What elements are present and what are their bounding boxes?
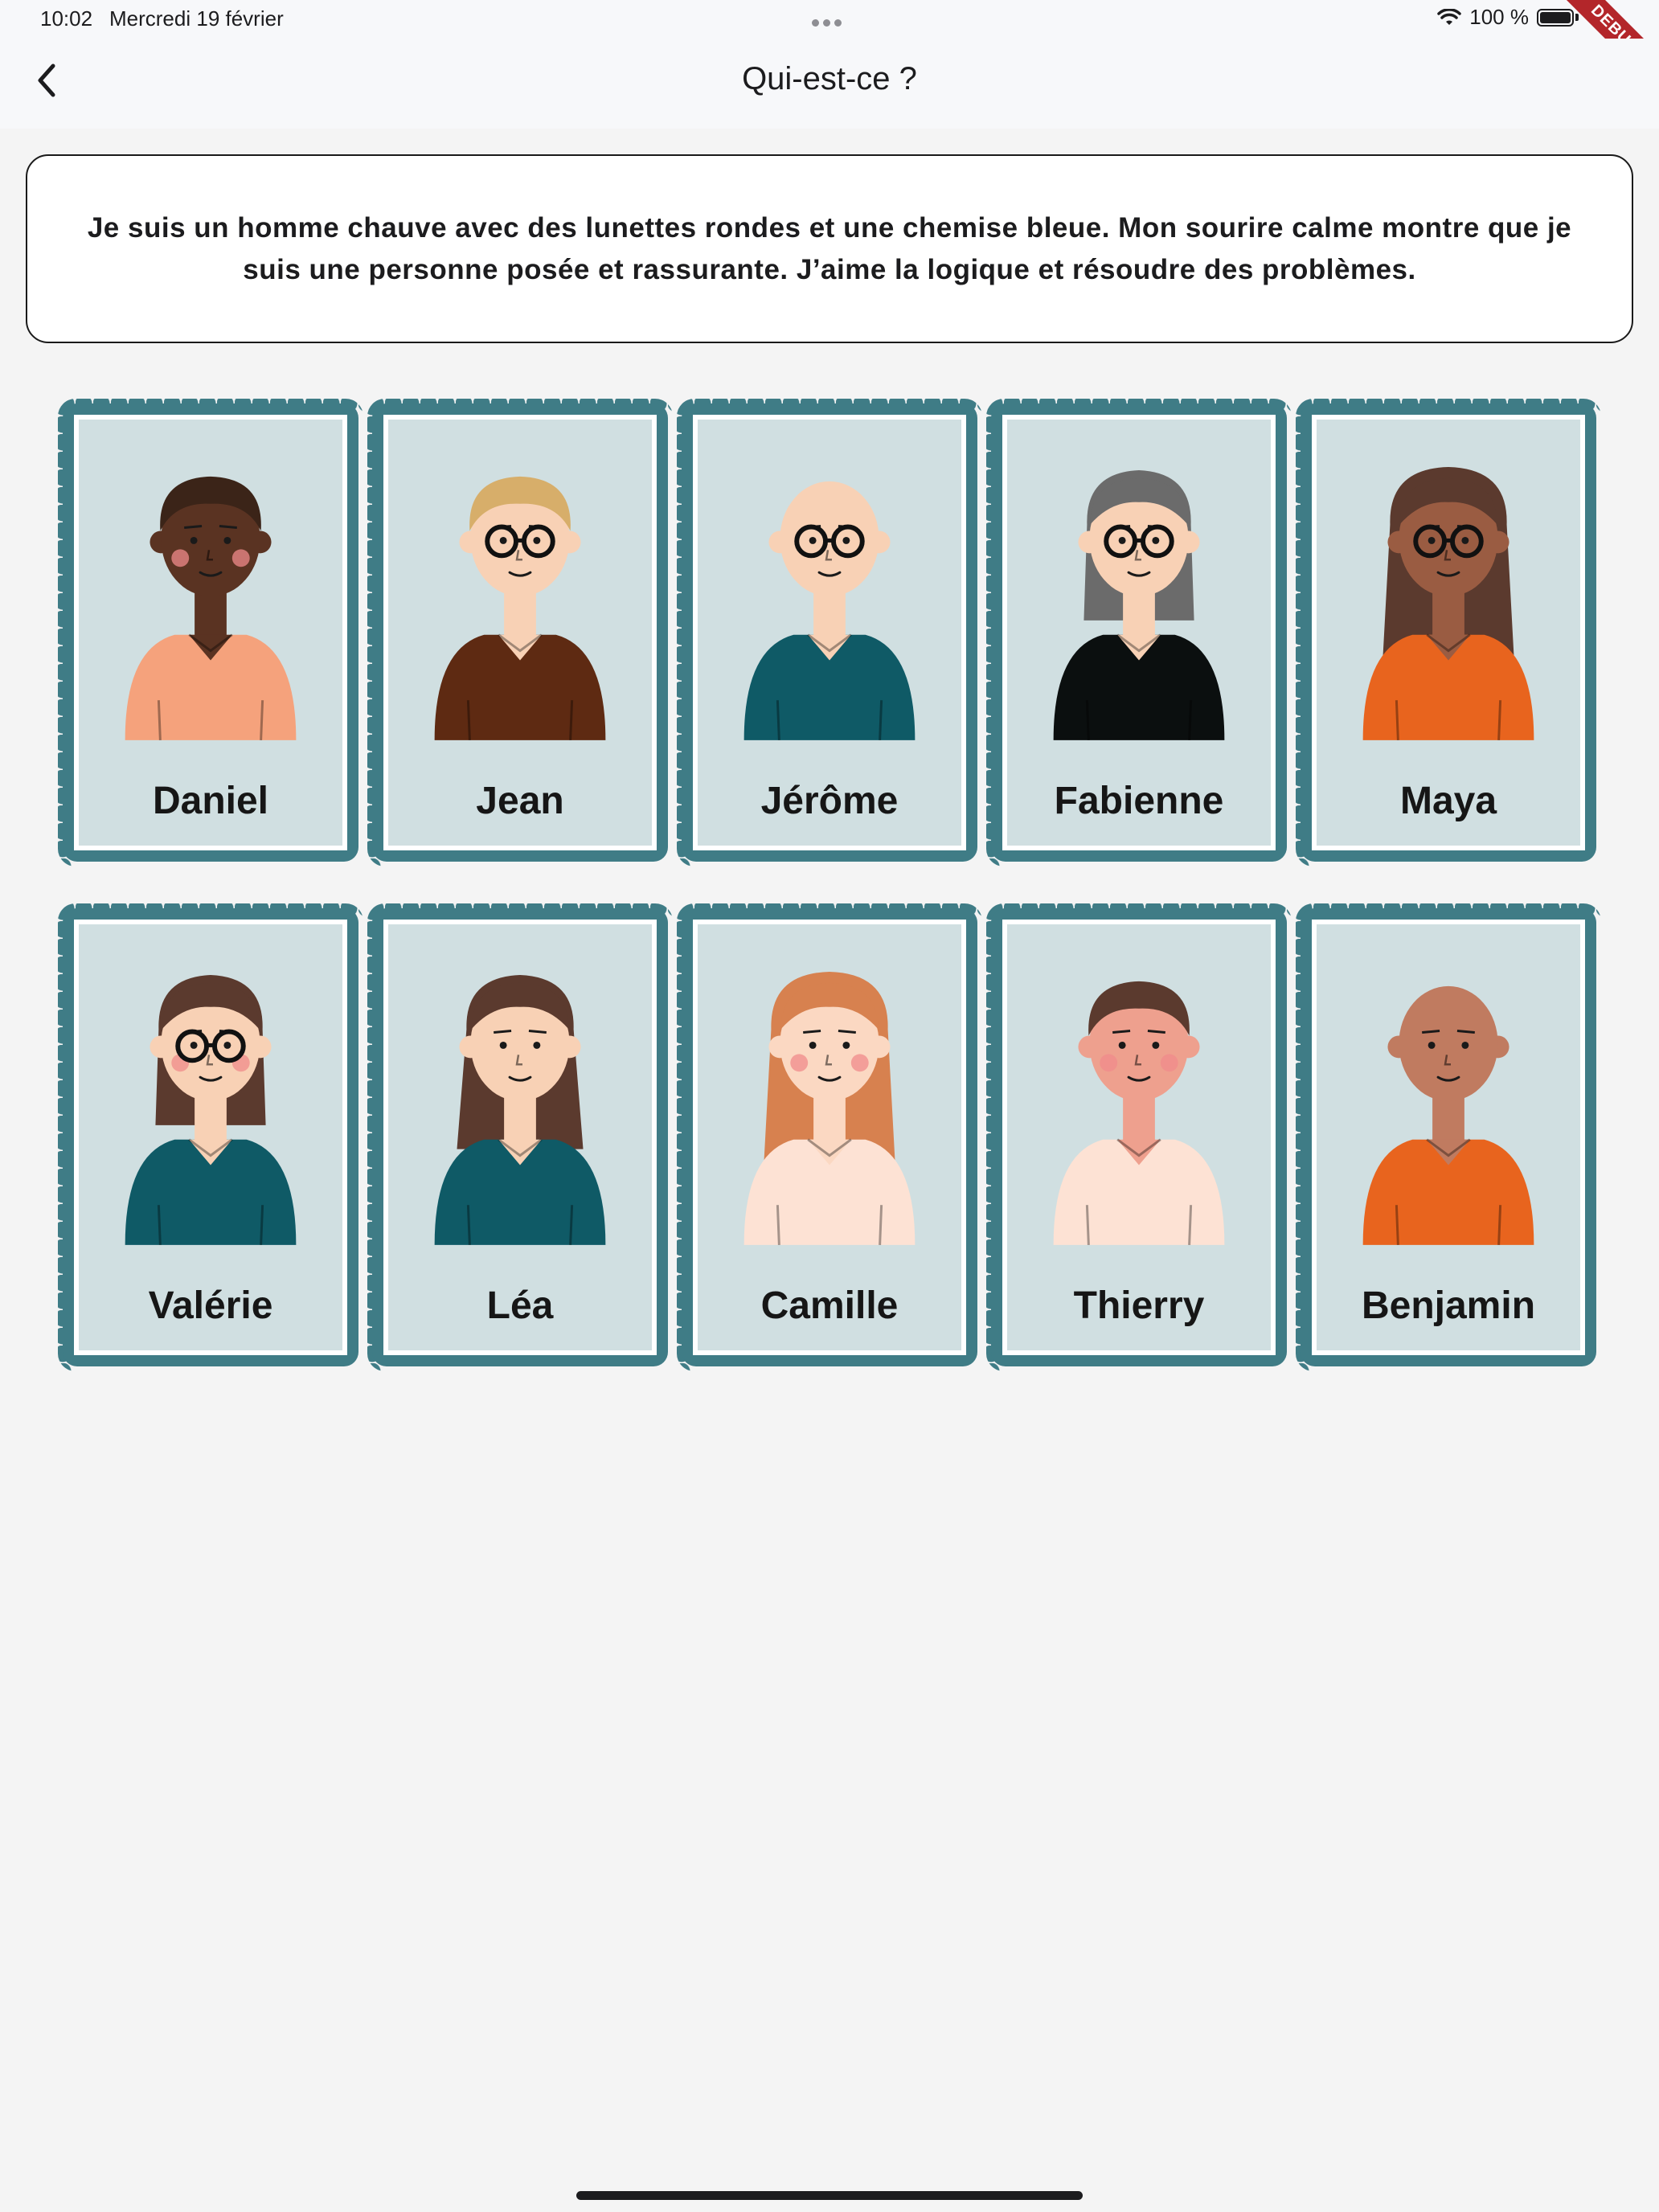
clue-box: Je suis un homme chauve avec des lunette… <box>26 154 1633 343</box>
character-name: Léa <box>486 1284 554 1327</box>
home-indicator[interactable] <box>576 2191 1083 2200</box>
character-card[interactable]: Jérôme <box>677 399 982 866</box>
character-name: Daniel <box>152 780 269 822</box>
character-card[interactable]: Camille <box>677 903 982 1371</box>
character-card[interactable]: Léa <box>367 903 673 1371</box>
character-card[interactable]: Fabienne <box>986 399 1292 866</box>
portrait-illustration <box>1053 981 1225 1245</box>
page-title: Qui-est-ce ? <box>742 61 917 96</box>
character-name: Jérôme <box>760 780 899 822</box>
navigation-bar: Qui-est-ce ? <box>0 39 1659 129</box>
card-face: Jérôme <box>693 415 966 850</box>
card-face: Benjamin <box>1312 920 1585 1355</box>
battery-percent: 100 % <box>1469 5 1529 29</box>
character-name: Jean <box>476 780 564 822</box>
portrait-illustration <box>743 481 916 740</box>
character-card[interactable]: Maya <box>1296 399 1601 866</box>
clue-text: Je suis un homme chauve avec des lunette… <box>87 211 1572 285</box>
portrait-illustration <box>1362 985 1534 1245</box>
character-card[interactable]: Daniel <box>58 399 363 866</box>
character-name: Benjamin <box>1361 1284 1536 1327</box>
card-face: Maya <box>1312 415 1585 850</box>
portrait-illustration <box>434 476 606 740</box>
character-card[interactable]: Jean <box>367 399 673 866</box>
portrait-illustration <box>1053 469 1225 740</box>
character-name: Camille <box>760 1284 899 1327</box>
portrait-illustration <box>434 974 606 1245</box>
card-face: Léa <box>383 920 657 1355</box>
wifi-icon <box>1437 8 1462 25</box>
battery-tip <box>1575 14 1579 21</box>
card-face: Thierry <box>1002 920 1276 1355</box>
character-card[interactable]: Valérie <box>58 903 363 1371</box>
portrait-illustration <box>1362 466 1534 740</box>
portrait-illustration <box>125 476 297 740</box>
status-bar: 10:02 Mercredi 19 février 100 % DEBUG <box>0 0 1659 102</box>
character-name: Thierry <box>1073 1284 1205 1327</box>
character-name: Valérie <box>148 1284 273 1327</box>
card-face: Jean <box>383 415 657 850</box>
portrait-illustration <box>125 974 297 1245</box>
character-card[interactable]: Benjamin <box>1296 903 1601 1371</box>
battery-icon <box>1537 8 1574 27</box>
character-card[interactable]: Thierry <box>986 903 1292 1371</box>
status-right: 100 % <box>1437 5 1579 30</box>
card-face: Camille <box>693 920 966 1355</box>
card-face: Fabienne <box>1002 415 1276 850</box>
multitasking-dots-icon[interactable] <box>812 16 849 27</box>
card-face: Daniel <box>74 415 347 850</box>
portrait-illustration <box>743 971 916 1245</box>
character-name: Fabienne <box>1054 780 1224 822</box>
character-name: Maya <box>1399 780 1497 822</box>
status-date: Mercredi 19 février <box>109 6 284 31</box>
card-face: Valérie <box>74 920 347 1355</box>
status-time: 10:02 <box>40 6 93 31</box>
